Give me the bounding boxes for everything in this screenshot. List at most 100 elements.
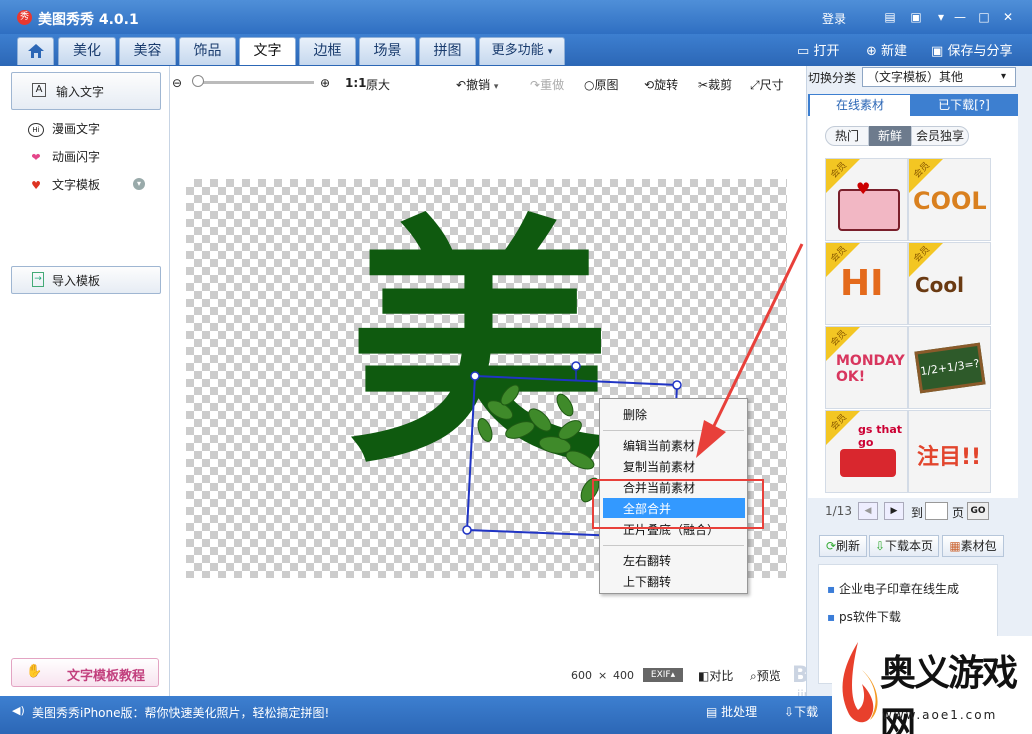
- link-item-ps[interactable]: ▪ ps软件下载: [827, 608, 901, 625]
- menu-icon[interactable]: ▾: [933, 10, 949, 24]
- tab-scene[interactable]: 场景: [359, 37, 416, 65]
- zoom-out-icon[interactable]: ⊖: [172, 76, 182, 90]
- redo-icon: ↷: [530, 78, 541, 92]
- import-template-label: 导入模板: [52, 274, 101, 288]
- tab-collage[interactable]: 拼图: [419, 37, 476, 65]
- maximize-icon[interactable]: □: [976, 10, 992, 24]
- tab-more[interactable]: 更多功能 ▾: [479, 37, 565, 65]
- text-template-item[interactable]: ♥ 文字模板: [28, 176, 100, 194]
- template-thumb-hi[interactable]: 会员 HI: [825, 242, 908, 325]
- close-icon[interactable]: ✕: [1000, 10, 1016, 24]
- download-page-label: 下载本页: [885, 539, 934, 553]
- prev-page-button[interactable]: ◀: [858, 502, 878, 520]
- text-a-icon: A: [32, 83, 46, 97]
- input-text-button[interactable]: A 输入文字: [11, 72, 161, 110]
- expand-icon[interactable]: ▾: [133, 178, 145, 190]
- flash-text-item[interactable]: ❤ 动画闪字: [28, 148, 100, 166]
- login-link[interactable]: 登录: [822, 10, 846, 27]
- redo-label: 重做: [540, 78, 565, 92]
- flash-text-label: 动画闪字: [52, 150, 101, 164]
- template-thumb-cool[interactable]: 会员 COOL: [908, 158, 991, 241]
- zoom-in-icon[interactable]: ⊕: [320, 76, 330, 90]
- template-thumb-love-cake[interactable]: 会员 ♥: [825, 158, 908, 241]
- redo-button[interactable]: ↷重做: [530, 76, 564, 93]
- status-message[interactable]: 美图秀秀iPhone版：帮你快速美化照片，轻松搞定拼图!: [32, 704, 329, 721]
- open-button[interactable]: ▭ 打开: [797, 40, 839, 59]
- tab-text[interactable]: 文字: [239, 37, 296, 65]
- menu-flip-vertical[interactable]: 上下翻转: [623, 573, 671, 590]
- refresh-label: 刷新: [836, 539, 861, 553]
- filter-hot[interactable]: 热门: [825, 126, 869, 146]
- skin-icon[interactable]: ▣: [908, 10, 924, 24]
- tab-beautify[interactable]: 美化: [58, 37, 116, 65]
- preview-button[interactable]: ⌕预览: [750, 667, 781, 684]
- filter-new[interactable]: 新鲜: [869, 126, 911, 146]
- save-share-button[interactable]: ▣ 保存与分享: [931, 40, 1012, 59]
- filter-vip[interactable]: 会员独享: [911, 126, 969, 146]
- original-size-button[interactable]: 原大: [366, 76, 390, 93]
- go-button[interactable]: GO: [967, 502, 989, 520]
- template-thumb-blackboard[interactable]: 1/2+1/3=?: [908, 326, 991, 409]
- tab-online-material[interactable]: 在线素材: [810, 95, 910, 116]
- page-info: 1/13: [825, 504, 852, 518]
- input-text-label: 输入文字: [56, 85, 105, 99]
- menu-flip-horizontal[interactable]: 左右翻转: [623, 552, 671, 569]
- menu-copy-current[interactable]: 复制当前素材: [623, 458, 695, 475]
- zoom-slider-handle[interactable]: [192, 75, 204, 87]
- rotate-button[interactable]: ⟲旋转: [644, 76, 678, 93]
- exif-button[interactable]: EXIF▴: [643, 668, 683, 682]
- menu-delete[interactable]: 删除: [623, 406, 647, 423]
- exif-label: EXIF: [650, 670, 671, 680]
- refresh-icon: ⟳: [825, 539, 837, 553]
- new-button[interactable]: ⊕ 新建: [866, 40, 907, 59]
- blackboard-sticker-text: 1/2+1/3=?: [914, 342, 986, 394]
- menu-edit-current[interactable]: 编辑当前素材: [623, 437, 695, 454]
- zoom-slider[interactable]: [196, 81, 314, 84]
- category-value: （文字模板）其他: [867, 70, 964, 84]
- flame-logo-icon: [842, 642, 878, 723]
- undo-label: 撤销: [466, 78, 491, 92]
- tutorial-button[interactable]: ✋ 文字模板教程: [11, 658, 159, 687]
- bus-sticker-text: gs that go: [858, 423, 903, 449]
- template-thumb-monday[interactable]: 会员 MONDAY OK!: [825, 326, 908, 409]
- undo-dropdown-icon[interactable]: ▾: [494, 82, 499, 92]
- download-page-button[interactable]: ⇩下载本页: [869, 535, 939, 557]
- minimize-icon[interactable]: —: [952, 10, 968, 24]
- i-love-you-icon: ♥: [31, 178, 41, 192]
- original-button[interactable]: ○原图: [584, 76, 619, 93]
- scissors-icon: ✂: [698, 78, 709, 92]
- download-icon: ⇩: [874, 539, 886, 553]
- cool-sticker-text: COOL: [913, 187, 987, 215]
- tab-downloaded[interactable]: 已下载[?]: [914, 95, 1014, 116]
- download-button[interactable]: ⇩下载: [784, 703, 818, 720]
- comic-text-item[interactable]: Hi 漫画文字: [28, 120, 100, 138]
- import-template-button[interactable]: → 导入模板: [11, 266, 161, 294]
- template-thumb-attention[interactable]: 注目!!: [908, 410, 991, 493]
- tab-accessories[interactable]: 饰品: [179, 37, 236, 65]
- site-url: www.aoe1.com: [882, 708, 998, 722]
- feedback-icon[interactable]: ▤: [882, 10, 898, 24]
- category-select[interactable]: （文字模板）其他 ▾: [862, 67, 1016, 87]
- tutorial-label: 文字模板教程: [67, 669, 146, 684]
- batch-button[interactable]: ▤ 批处理: [706, 703, 757, 720]
- next-page-button[interactable]: ▶: [884, 502, 904, 520]
- attention-sticker-text: 注目!!: [917, 445, 982, 470]
- size-button[interactable]: ⤢尺寸: [750, 76, 784, 93]
- template-thumb-bus[interactable]: 会员 gs that go: [825, 410, 908, 493]
- link-item-seal[interactable]: ▪ 企业电子印章在线生成: [827, 580, 959, 597]
- material-pack-button[interactable]: ▦素材包: [942, 535, 1004, 557]
- tab-frame[interactable]: 边框: [299, 37, 356, 65]
- text-template-label: 文字模板: [52, 178, 101, 192]
- undo-button[interactable]: ↶撤销 ▾: [456, 76, 498, 93]
- template-thumb-cool-face[interactable]: 会员 Cool: [908, 242, 991, 325]
- page-input[interactable]: [925, 502, 948, 520]
- home-tab[interactable]: [17, 37, 54, 65]
- compare-button[interactable]: ◧对比: [698, 667, 733, 684]
- crop-button[interactable]: ✂裁剪: [698, 76, 732, 93]
- tab-beauty[interactable]: 美容: [119, 37, 176, 65]
- refresh-button[interactable]: ⟳刷新: [819, 535, 867, 557]
- image-height: 400: [613, 669, 634, 682]
- chevron-down-icon: ▾: [1001, 71, 1007, 82]
- compare-icon: ◧: [698, 669, 710, 683]
- goto-label: 到: [911, 506, 924, 520]
